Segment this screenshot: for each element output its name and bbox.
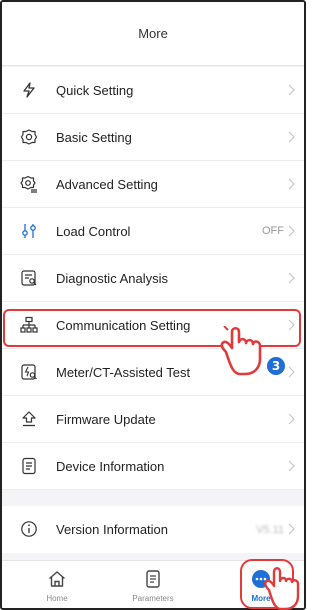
advanced-gear-icon [20, 175, 37, 193]
home-icon [49, 571, 65, 587]
page-title: More [138, 26, 168, 41]
section-gap [2, 490, 304, 506]
tab-home[interactable]: Home [17, 561, 97, 608]
chevron-right-icon [288, 225, 295, 237]
chevron-right-icon [288, 523, 295, 535]
chevron-right-icon [288, 131, 295, 143]
menu-item-diagnostic-analysis[interactable]: Diagnostic Analysis [2, 255, 304, 302]
menu-item-label: Firmware Update [56, 411, 156, 427]
network-icon [20, 316, 38, 333]
step-number-badge: 3 [267, 357, 285, 375]
parameters-icon [146, 570, 160, 588]
chevron-right-icon [288, 178, 295, 190]
chevron-right-icon [288, 366, 295, 378]
upload-icon [22, 411, 36, 427]
gear-icon [20, 129, 38, 145]
menu-item-label: Version Information [56, 522, 169, 537]
sliders-icon [22, 224, 36, 238]
menu-item-label: Basic Setting [56, 129, 132, 145]
info-icon [21, 521, 37, 537]
menu-item-device-information[interactable]: Device Information [2, 443, 304, 490]
menu-item-label: Device Information [56, 458, 165, 474]
chevron-right-icon [288, 319, 295, 331]
chevron-right-icon [288, 460, 295, 472]
document-icon [22, 457, 36, 475]
lightning-icon [23, 82, 35, 98]
pointing-hand-icon [220, 326, 262, 376]
menu-item-load-control[interactable]: Load Control OFF [2, 208, 304, 255]
chevron-right-icon [288, 413, 295, 425]
page-header: More [2, 2, 304, 66]
menu-item-label: Load Control [56, 223, 131, 239]
pointing-hand-icon [264, 567, 300, 610]
meter-test-icon [21, 364, 37, 380]
menu-item-label: Meter/CT-Assisted Test [56, 364, 191, 380]
menu-item-firmware-update[interactable]: Firmware Update [2, 396, 304, 443]
menu-item-quick-setting[interactable]: Quick Setting [2, 67, 304, 114]
menu-item-basic-setting[interactable]: Basic Setting [2, 114, 304, 161]
tab-label: Parameters [132, 594, 174, 603]
tab-parameters[interactable]: Parameters [113, 561, 193, 608]
load-control-status: OFF [262, 225, 284, 237]
more-menu-list: Quick Setting Basic Setting Advanced Set… [2, 67, 304, 553]
menu-item-label: Quick Setting [56, 82, 134, 98]
version-number: V5.11 [256, 523, 284, 536]
diagnostic-icon [21, 270, 37, 286]
tab-label: Home [46, 594, 68, 603]
app-screen: More Quick Setting Basic Setting Advance… [0, 0, 306, 610]
menu-item-advanced-setting[interactable]: Advanced Setting [2, 161, 304, 208]
chevron-right-icon [288, 272, 295, 284]
menu-item-version-information[interactable]: Version Information V5.11 [2, 506, 304, 553]
chevron-right-icon [288, 84, 295, 96]
menu-item-label: Advanced Setting [56, 176, 158, 192]
menu-item-label: Communication Setting [56, 317, 191, 333]
menu-item-label: Diagnostic Analysis [56, 270, 168, 286]
